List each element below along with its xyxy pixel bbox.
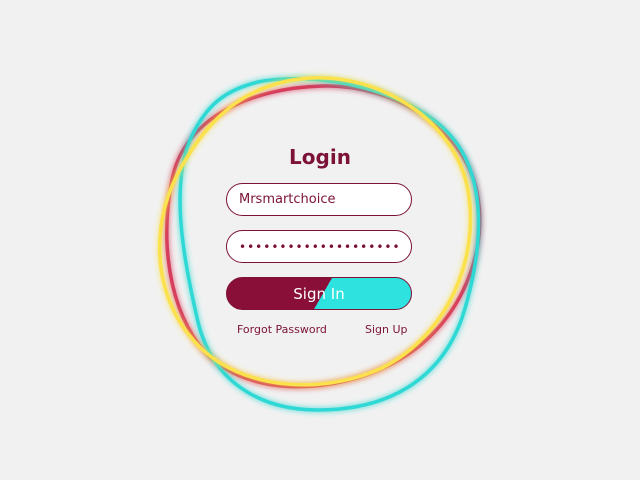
sign-in-button[interactable]: Sign In [226, 277, 412, 310]
password-input[interactable] [226, 230, 412, 263]
login-stage: Login Sign In Forgot Password Sign Up [0, 0, 640, 480]
login-title: Login [289, 145, 351, 169]
sign-up-link[interactable]: Sign Up [365, 323, 408, 337]
forgot-password-link[interactable]: Forgot Password [237, 323, 327, 337]
username-input[interactable] [226, 183, 412, 216]
